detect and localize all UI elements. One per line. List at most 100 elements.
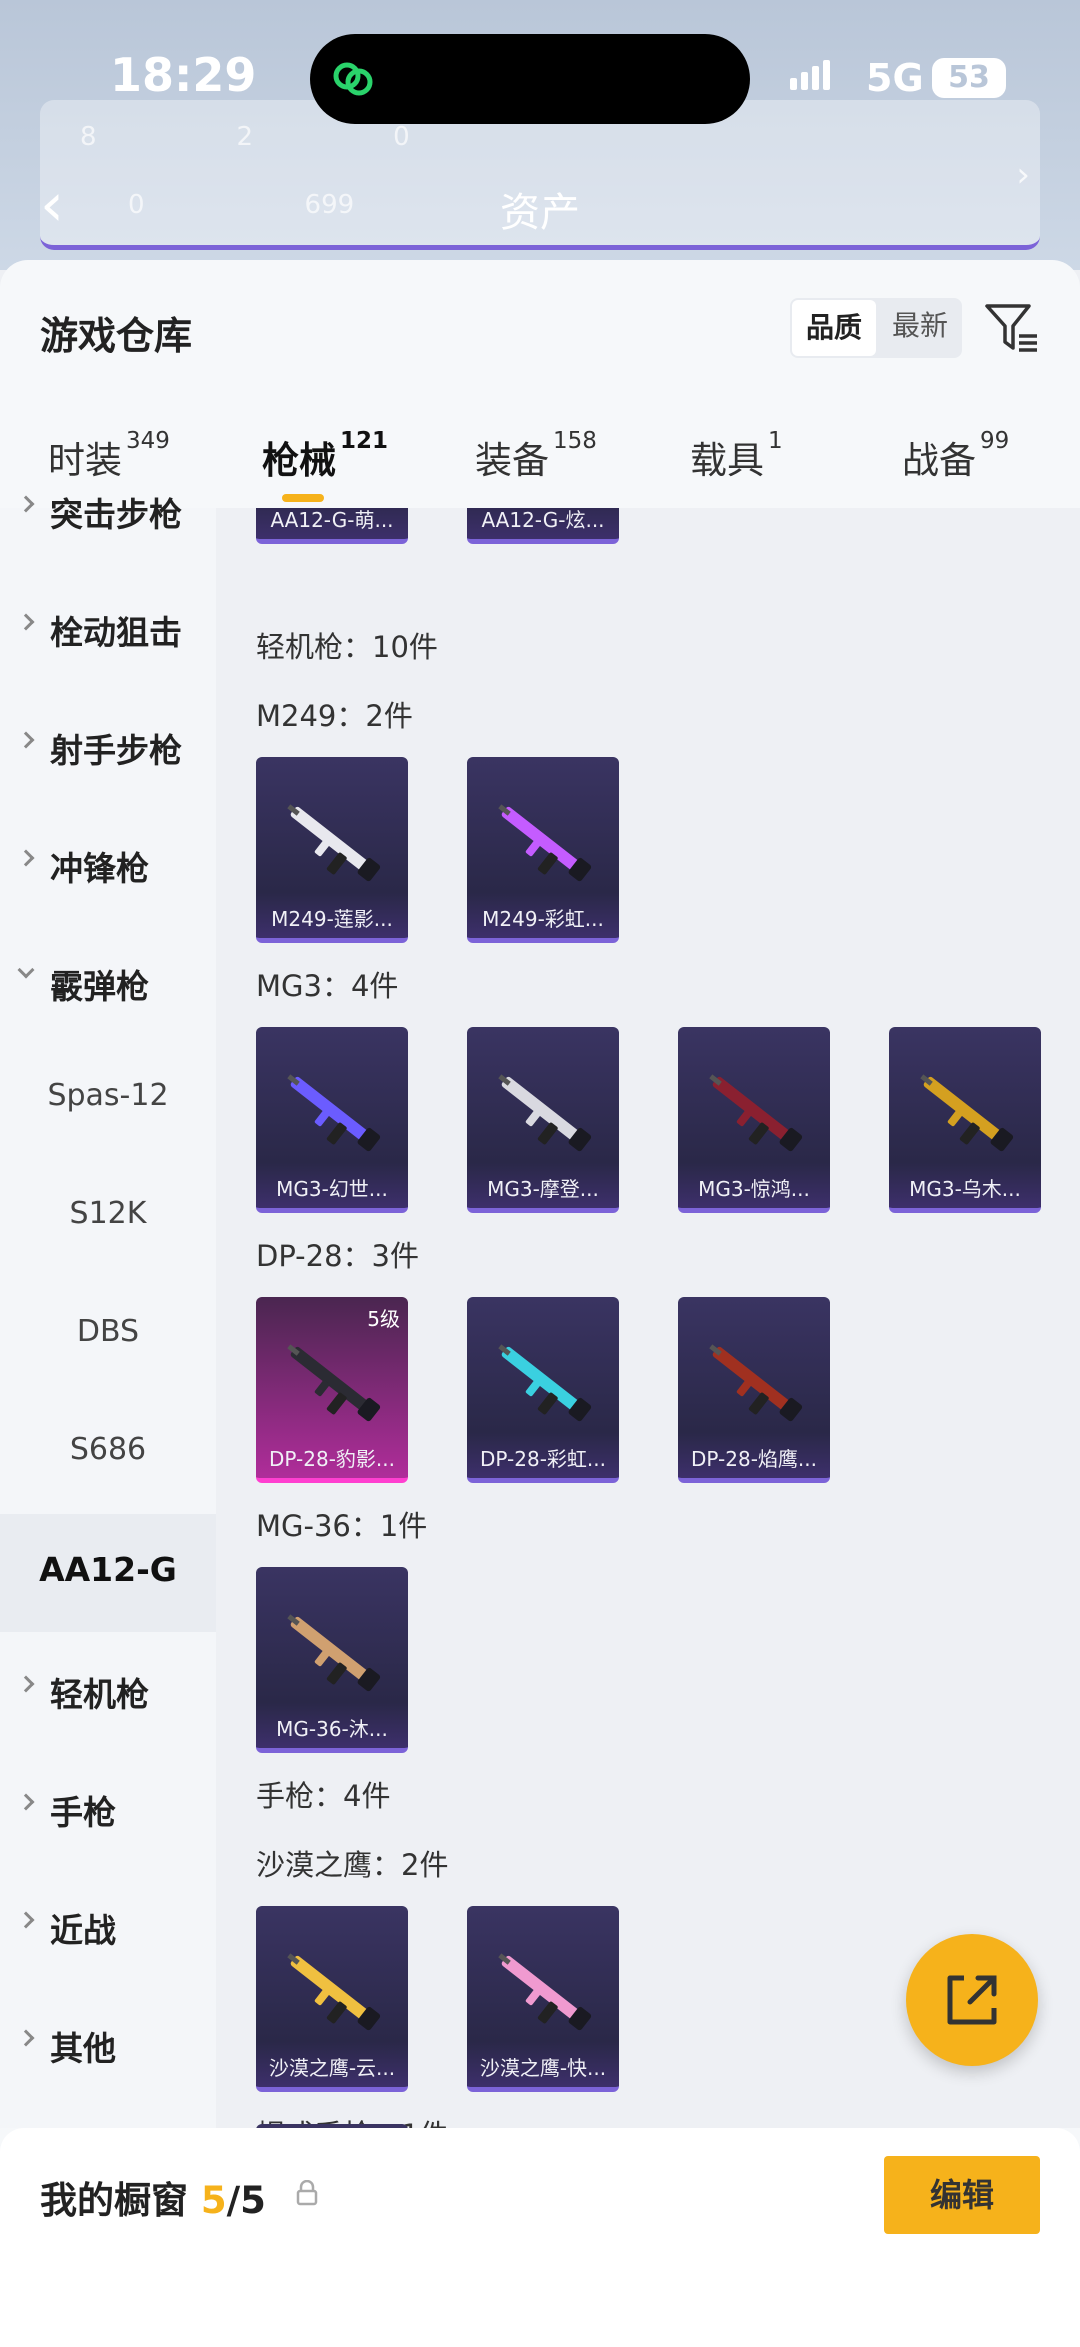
sidebar-item-label: 突击步枪 [50,495,182,534]
item-card[interactable]: 沙漠之鹰-云... [256,1906,408,2092]
tab-count: 349 [126,428,170,454]
stat-value: 0 [128,190,145,220]
sidebar-item[interactable]: 突击步枪 [0,452,216,570]
group-title: 沙漠之鹰：2件 [256,1848,449,1882]
item-card[interactable]: DP-28-彩虹... [467,1297,619,1483]
sidebar-item[interactable]: 其他 [0,1986,216,2104]
group-title: DP-28：3件 [256,1239,419,1273]
item-card[interactable]: 沙漠之鹰-快... [467,1906,619,2092]
item-name: AA12-G-炫... [481,508,605,532]
tab-vehicles[interactable]: 载具 1 [690,428,783,484]
sidebar-item-label: S12K [69,1196,147,1231]
chevron-right-icon [17,1793,35,1811]
gun-icon [287,1953,381,2031]
tab-count: 158 [553,428,597,454]
gun-icon [709,1074,803,1152]
dynamic-island [310,34,750,124]
sidebar-item-label: 手枪 [50,1793,116,1832]
battery-icon: 53 [932,58,1006,98]
item-name: AA12-G-萌... [270,508,394,532]
sort-toggle[interactable]: 品质 最新 [790,298,962,358]
share-button[interactable] [906,1934,1038,2066]
item-card[interactable]: M249-莲影... [256,757,408,943]
item-name: MG3-幻世... [276,1177,388,1201]
item-name: MG3-摩登... [487,1177,599,1201]
sidebar-item[interactable]: AA12-G [0,1514,216,1632]
sidebar-item-label: S686 [69,1432,147,1467]
chevron-right-icon[interactable]: › [1016,155,1030,195]
sort-latest-button[interactable]: 最新 [878,298,962,358]
edit-button[interactable]: 编辑 [884,2156,1040,2234]
sidebar-item[interactable]: 冲锋枪 [0,806,216,924]
stats-row: 8 2 0 [80,122,410,152]
back-icon[interactable]: ‹ [40,175,64,235]
showcase-total: /5 [226,2179,266,2222]
item-card[interactable]: 5级 DP-28-豹影... [256,1297,408,1483]
group-title: MG3：4件 [256,969,399,1003]
sidebar-item[interactable]: 射手步枪 [0,688,216,806]
sidebar-item-label: 栓动狙击 [50,613,182,652]
sidebar-item[interactable]: S12K [0,1160,216,1278]
item-card[interactable]: MG3-摩登... [467,1027,619,1213]
sidebar-item-label: 近战 [50,1911,116,1950]
sidebar-item[interactable]: 栓动狙击 [0,570,216,688]
item-card[interactable]: MG3-惊鸿... [678,1027,830,1213]
stat-value: 2 [236,122,254,152]
item-card[interactable]: DP-28-焰鹰... [678,1297,830,1483]
lock-icon [296,2180,318,2206]
item-card[interactable]: AA12-G-炫... [467,508,619,544]
tab-label: 装备 [475,439,549,482]
tab-count: 99 [980,428,1010,454]
tab-count: 1 [768,428,783,454]
status-time: 18:29 [110,48,257,102]
chevron-down-icon [17,961,35,979]
item-name: 沙漠之鹰-云... [268,2056,396,2080]
sort-quality-button[interactable]: 品质 [792,300,876,356]
tab-guns[interactable]: 枪械 121 [262,428,389,502]
item-card[interactable]: MG-36-沐... [256,1567,408,1753]
item-name: DP-28-彩虹... [480,1447,606,1471]
tab-count: 121 [340,428,389,454]
item-name: M249-彩虹... [482,907,604,931]
sidebar-item[interactable]: S686 [0,1396,216,1514]
sidebar-item-label: 其他 [50,2029,116,2068]
sidebar-item[interactable]: Spas-12 [0,1042,216,1160]
showcase-title: 我的橱窗 5/5 [40,2170,266,2224]
assets-label: 资产 [500,190,580,236]
chevron-right-icon [17,2029,35,2047]
item-name: MG-36-沐... [276,1717,388,1741]
filter-icon[interactable] [983,300,1039,356]
item-card[interactable]: AA12-G-萌... [256,508,408,544]
gun-icon [287,804,381,882]
sidebar-item-label: 冲锋枪 [50,849,149,888]
item-grid: AA12-G-萌... AA12-G-炫... 轻机枪：10件 M249：2件 M249… [216,508,1080,2128]
sidebar-item[interactable]: DBS [0,1278,216,1396]
showcase-label: 我的橱窗 [40,2179,188,2222]
item-card[interactable]: MG3-乌木... [889,1027,1041,1213]
tab-supplies[interactable]: 战备 99 [902,428,1010,484]
stat-value: 0 [393,122,410,152]
sidebar-item-label: 射手步枪 [50,731,182,770]
sidebar-item-label: 霰弹枪 [50,967,149,1006]
sidebar-item[interactable]: 轻机枪 [0,1632,216,1750]
gun-icon [920,1074,1014,1152]
item-name: DP-28-豹影... [269,1447,395,1471]
gun-icon [287,1344,381,1422]
tab-label: 枪械 [262,439,336,482]
group-title: MG-36：1件 [256,1509,428,1543]
stat-value: 8 [80,122,97,152]
sidebar-item[interactable]: 霰弹枪 [0,924,216,1042]
item-card[interactable]: MG3-幻世... [256,1027,408,1213]
stats-row-2: 0 699 [128,190,354,220]
gun-icon [287,1074,381,1152]
sidebar-item[interactable]: 近战 [0,1868,216,1986]
group-title: M249：2件 [256,699,413,733]
gun-icon [498,1953,592,2031]
sidebar-item[interactable]: 手枪 [0,1750,216,1868]
item-name: 沙漠之鹰-快... [479,2056,607,2080]
level-badge: 5级 [367,1307,400,1331]
group-title: 轻机枪：10件 [256,630,438,664]
sidebar-item-label: 轻机枪 [50,1675,149,1714]
item-card[interactable]: M249-彩虹... [467,757,619,943]
tab-equipment[interactable]: 装备 158 [475,428,597,484]
